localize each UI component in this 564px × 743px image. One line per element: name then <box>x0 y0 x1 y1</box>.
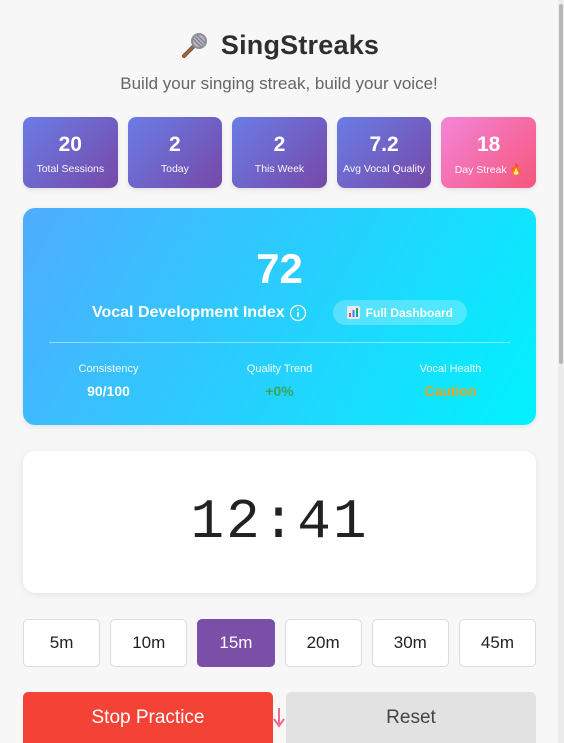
microphone-icon <box>181 33 207 58</box>
metric-value: Caution <box>424 383 477 399</box>
metric-label: Vocal Health <box>419 363 482 375</box>
arrow-down-icon <box>273 708 285 728</box>
vdi-score: 72 <box>256 245 303 292</box>
app-subtitle: Build your singing streak, build your vo… <box>120 74 438 93</box>
stat-value: 18 <box>476 133 501 156</box>
stat-card-today: 2 Today <box>127 117 223 188</box>
vdi-label-row: Vocal Development Index Full Dashboard <box>23 300 536 325</box>
timer-display: 12:41 <box>190 490 369 554</box>
stat-label: Total Sessions <box>36 163 105 175</box>
duration-button-5m[interactable]: 5m <box>23 619 101 667</box>
title-row: SingStreaks <box>0 28 558 62</box>
metric-quality-trend: Quality Trend +0% <box>194 363 365 399</box>
duration-button-30m[interactable]: 30m <box>371 619 449 667</box>
scrollbar-thumb[interactable] <box>559 4 563 364</box>
full-dashboard-label: Full Dashboard <box>365 305 453 320</box>
stop-practice-button[interactable]: Stop Practice <box>23 692 273 743</box>
stat-label: Day Streak 🔥 <box>454 164 523 176</box>
metric-vocal-health: Vocal Health Caution <box>365 363 536 399</box>
stat-card-this-week: 2 This Week <box>232 117 327 188</box>
metric-value: 90/100 <box>87 383 130 399</box>
stat-value: 7.2 <box>369 133 399 156</box>
duration-button-10m[interactable]: 10m <box>110 619 188 667</box>
stats-row: 20 Total Sessions 2 Today 2 This Week 7.… <box>23 117 536 188</box>
duration-button-20m[interactable]: 20m <box>284 619 362 667</box>
action-buttons: Stop Practice Reset <box>23 692 536 743</box>
stat-label: This Week <box>254 163 305 175</box>
app-header: SingStreaks Build your singing streak, b… <box>0 28 558 94</box>
app-title: SingStreaks <box>220 29 380 60</box>
full-dashboard-button[interactable]: Full Dashboard <box>332 300 467 325</box>
bar-chart-icon <box>346 306 360 319</box>
scrollbar-track[interactable] <box>558 0 564 743</box>
duration-options: 5m 10m 15m 20m 30m 45m <box>23 619 537 667</box>
vdi-label: Vocal Development Index <box>92 303 285 321</box>
info-icon[interactable] <box>289 304 307 322</box>
stat-value: 20 <box>58 133 82 156</box>
vdi-divider <box>49 342 510 343</box>
metric-label: Quality Trend <box>246 363 313 375</box>
app-page: SingStreaks Build your singing streak, b… <box>0 0 564 743</box>
stat-card-avg-vocal-quality: 7.2 Avg Vocal Quality <box>336 117 432 188</box>
vdi-metrics: Consistency 90/100 Quality Trend +0% Voc… <box>23 363 536 399</box>
stat-label: Avg Vocal Quality <box>343 163 426 175</box>
metric-consistency: Consistency 90/100 <box>23 363 194 399</box>
stat-value: 2 <box>273 133 286 156</box>
stat-value: 2 <box>169 133 181 156</box>
timer-card: 12:41 <box>23 451 536 593</box>
stat-card-total-sessions: 20 Total Sessions <box>23 117 118 188</box>
duration-button-15m[interactable]: 15m <box>197 619 275 667</box>
reset-button[interactable]: Reset <box>286 692 536 743</box>
duration-button-45m[interactable]: 45m <box>458 619 537 667</box>
vocal-development-card: 72 Vocal Development Index Full Dashboar… <box>23 208 536 425</box>
metric-label: Consistency <box>78 363 139 375</box>
stat-card-day-streak: 18 Day Streak 🔥 <box>441 117 536 188</box>
stat-label: Today <box>160 163 189 175</box>
metric-value: +0% <box>265 383 294 399</box>
